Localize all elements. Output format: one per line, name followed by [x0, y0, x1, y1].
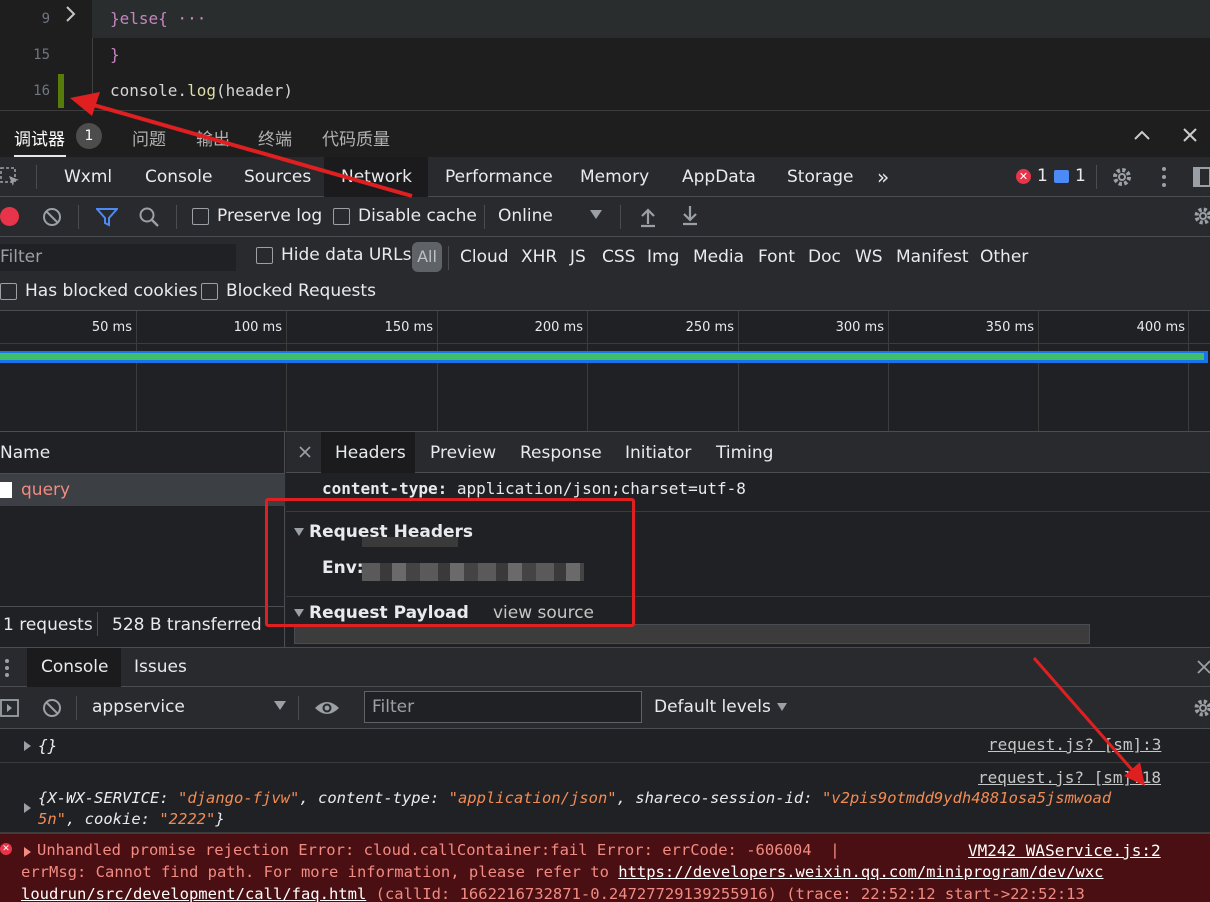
annotation-arrow-top: [89, 102, 413, 198]
annotation-arrow-bottom: [1032, 657, 1136, 773]
annotation-arrows: [70, 92, 1145, 786]
